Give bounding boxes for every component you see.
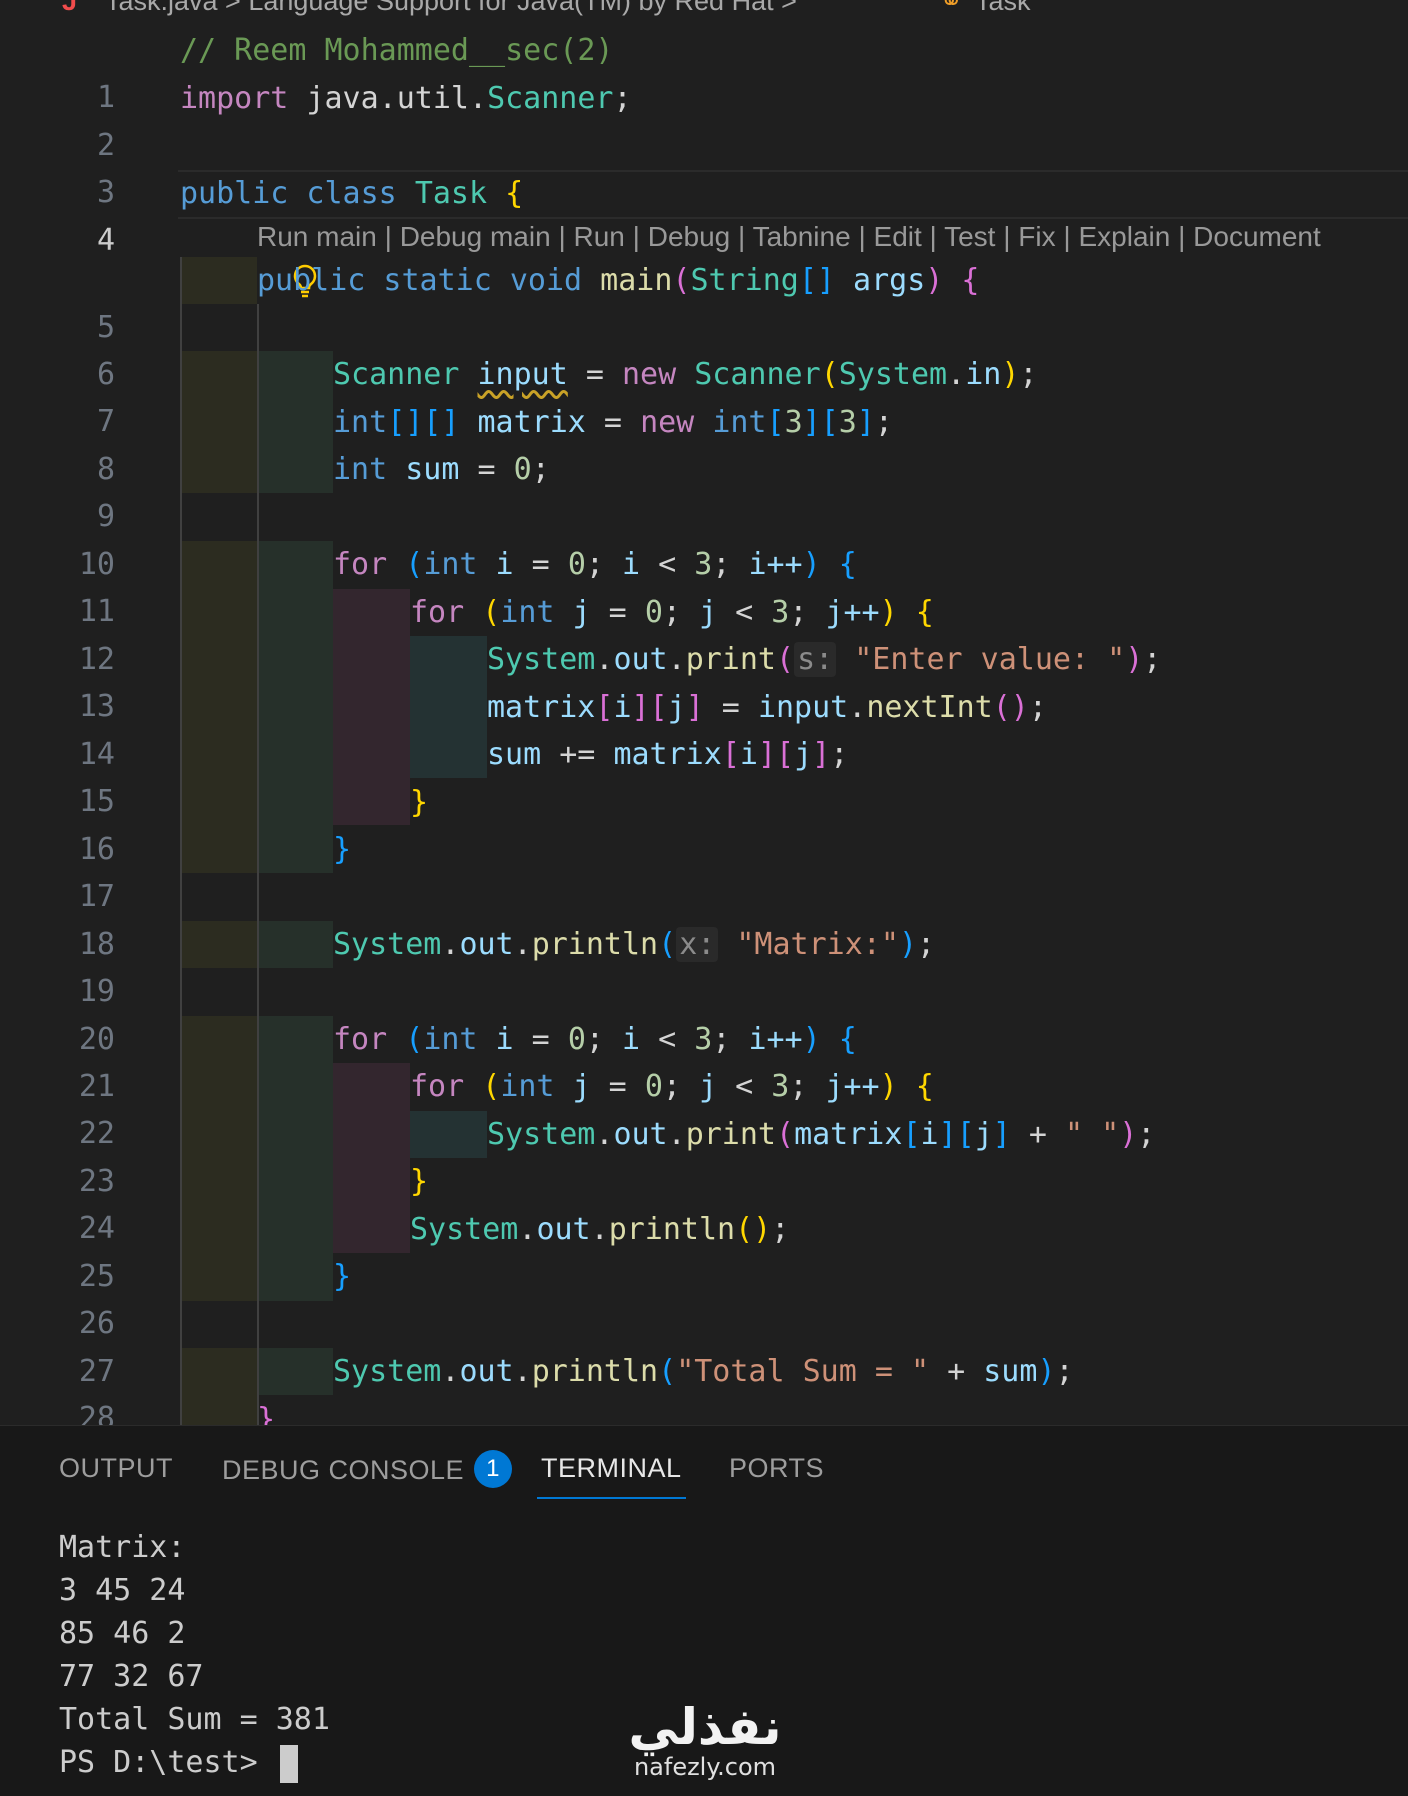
code-line: 16 } — [0, 779, 1408, 867]
code-line: 5 public static void main(String[] args)… — [0, 257, 1408, 345]
code-line: 24 } — [0, 1158, 1408, 1246]
tab-output[interactable]: OUTPUT — [59, 1453, 173, 1493]
watermark-latin: nafezly.com — [633, 1753, 777, 1781]
terminal-line: 77 32 67 — [59, 1659, 204, 1694]
terminal-line: 85 46 2 — [59, 1616, 186, 1651]
debug-console-badge: 1 — [474, 1450, 513, 1488]
code-line: 23 System.out.print(matrix[i][j] + " "); — [0, 1111, 1408, 1199]
code-line: 10 — [0, 494, 1408, 582]
code-lens-test[interactable]: Test — [944, 221, 995, 252]
code-lens-fix[interactable]: Fix — [1018, 221, 1055, 252]
watermark-arabic: نفذلي — [628, 1698, 782, 1756]
terminal-prompt: PS D:\test> — [59, 1745, 276, 1780]
code-line: 18 — [0, 874, 1408, 962]
code-line: 7 Scanner input = new Scanner(System.in)… — [0, 351, 1408, 439]
code-line: 22 for (int j = 0; j < 3; j++) { — [0, 1063, 1408, 1151]
code-editor[interactable]: 1 // Reem Mohammed__sec(2) 2 import java… — [0, 25, 1408, 1425]
code-lens-run-main[interactable]: Run main — [257, 221, 377, 252]
breadcrumb-path[interactable]: Task.java > Language Support for Java(TM… — [105, 0, 797, 16]
code-line: 11 for (int i = 0; i < 3; i++) { — [0, 541, 1408, 629]
code-lens: Run main | Debug main | Run | Debug | Ta… — [257, 221, 1321, 252]
breadcrumb: J Task.java > Language Support for Java(… — [0, 0, 1408, 16]
warning-squiggle: input — [477, 357, 568, 392]
code-line: 2 import java.util.Scanner; — [0, 75, 1408, 163]
code-line: 21 for (int i = 0; i < 3; i++) { — [0, 1016, 1408, 1104]
terminal-line: 3 45 24 — [59, 1573, 186, 1608]
code-lens-tabnine[interactable]: Tabnine — [753, 221, 851, 252]
code-lens-debug-main[interactable]: Debug main — [400, 221, 551, 252]
active-tab-indicator — [537, 1497, 686, 1499]
code-line: 3 — [0, 122, 1408, 298]
code-line: 25 System.out.println(); — [0, 1206, 1408, 1294]
code-line: 12 for (int j = 0; j < 3; j++) { — [0, 589, 1408, 677]
code-line: 15 sum += matrix[i][j]; — [0, 731, 1408, 819]
parameter-hint: x: — [676, 927, 719, 962]
class-symbol-icon: ⚭ — [940, 0, 963, 16]
tab-debug-console[interactable]: DEBUG CONSOLE 1 — [222, 1450, 513, 1493]
code-lens-debug[interactable]: Debug — [648, 221, 731, 252]
code-line: 17 } — [0, 826, 1408, 914]
java-file-icon: J — [62, 0, 78, 16]
panel-tabs: OUTPUT DEBUG CONSOLE 1 TERMINAL PORTS — [0, 1426, 1408, 1506]
code-lens-explain[interactable]: Explain — [1078, 221, 1170, 252]
code-line: 26 } — [0, 1253, 1408, 1341]
breadcrumb-symbol[interactable]: Task — [975, 0, 1031, 16]
code-line: 20 — [0, 969, 1408, 1057]
tab-terminal[interactable]: TERMINAL — [537, 1453, 686, 1499]
code-line: 13 System.out.print(s: "Enter value: "); — [0, 636, 1408, 724]
code-lens-edit[interactable]: Edit — [874, 221, 922, 252]
code-line: 8 int[][] matrix = new int[3][3]; — [0, 399, 1408, 487]
code-lens-run[interactable]: Run — [574, 221, 625, 252]
terminal-cursor — [279, 1744, 298, 1783]
code-line: 1 // Reem Mohammed__sec(2) — [0, 27, 1408, 115]
code-line: 6 — [0, 304, 1408, 392]
code-line: 4 public class Task { — [0, 170, 1408, 258]
code-line: 29 } — [257, 1402, 276, 1425]
code-line: 28 System.out.println("Total Sum = " + s… — [0, 1348, 1408, 1425]
terminal-line: Matrix: — [59, 1530, 186, 1565]
code-line: 27 — [0, 1301, 1408, 1389]
code-lens-document[interactable]: Document — [1193, 221, 1321, 252]
code-line: 14 matrix[i][j] = input.nextInt(); — [0, 684, 1408, 772]
parameter-hint: s: — [794, 642, 837, 677]
code-line: 19 System.out.println(x: "Matrix:"); — [0, 921, 1408, 1009]
code-line: 9 int sum = 0; — [0, 446, 1408, 534]
tab-ports[interactable]: PORTS — [729, 1453, 824, 1493]
watermark-logo: نفذلي nafezly.com — [615, 1700, 795, 1780]
